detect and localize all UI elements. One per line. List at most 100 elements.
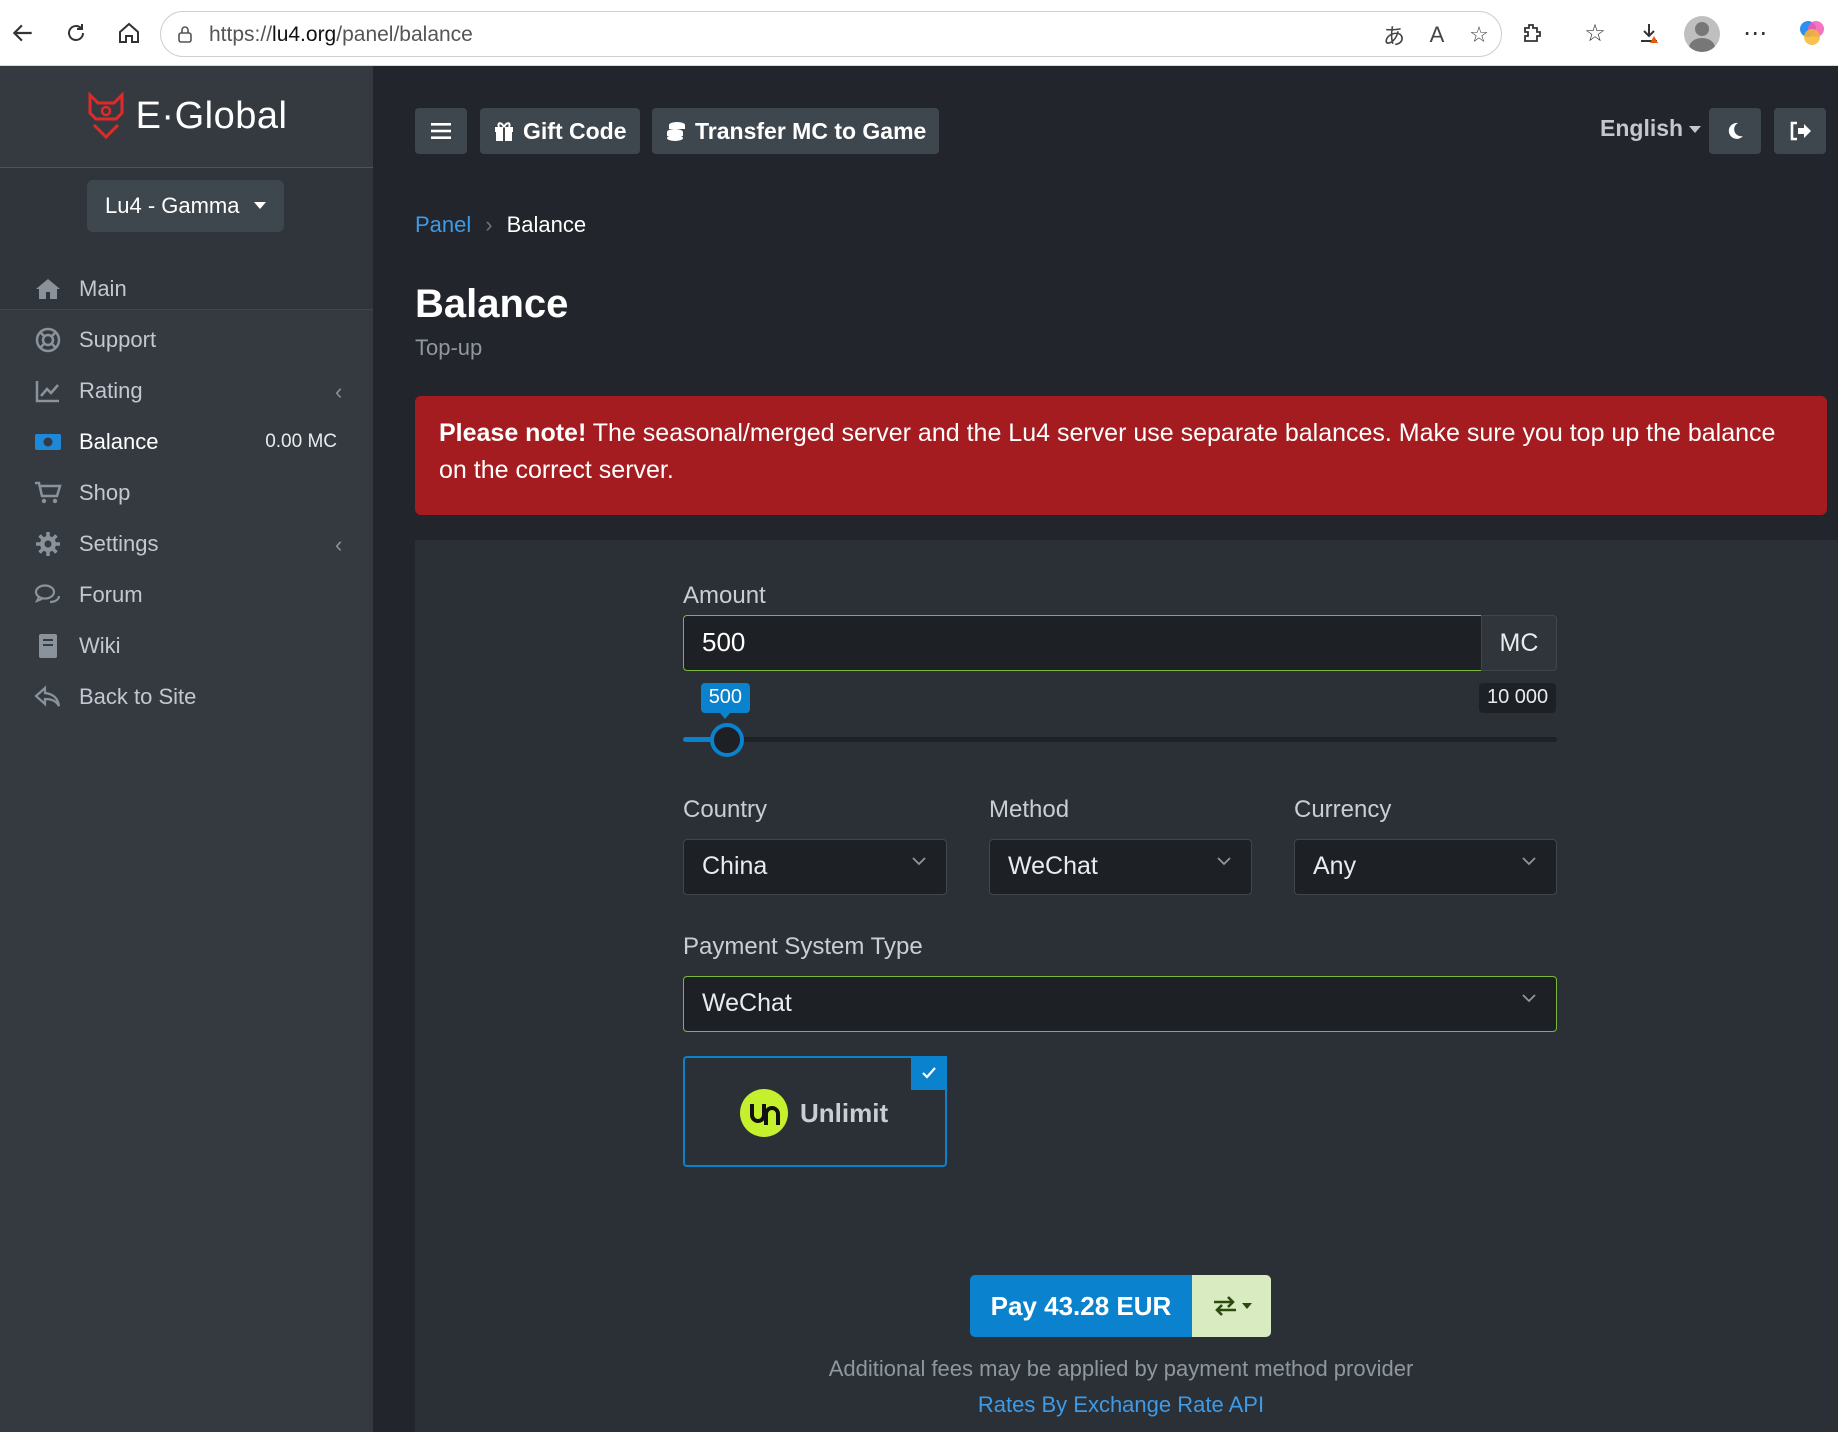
browser-toolbar: https://lu4.org/panel/balance あ A ☆ ☆ ⋯ [0, 0, 1838, 66]
sidebar-item-label: Support [79, 327, 157, 352]
lock-icon [178, 26, 192, 43]
currency-swap-dropdown[interactable] [1192, 1275, 1271, 1337]
brand-name: E·Global [135, 95, 288, 137]
hamburger-menu-button[interactable] [415, 108, 467, 154]
home-icon[interactable] [110, 14, 148, 52]
sidebar-item-balance[interactable]: Balance 0.00 MC [0, 416, 373, 468]
server-select-dropdown[interactable]: Lu4 - Gamma [87, 180, 284, 232]
rates-link[interactable]: Rates By Exchange Rate API [415, 1392, 1827, 1418]
sidebar-item-label: Main [79, 276, 127, 301]
transfer-mc-button[interactable]: Transfer MC to Game [652, 108, 940, 154]
alert-strong: Please note! [439, 419, 587, 447]
brand-logo-icon [88, 90, 124, 139]
coins-icon [665, 120, 687, 142]
slider-max-label: 10 000 [1479, 683, 1557, 713]
amount-label: Amount [683, 582, 766, 609]
payment-system-type-label: Payment System Type [683, 933, 923, 960]
chevron-down-icon [1522, 857, 1536, 866]
translate-icon[interactable]: あ [1381, 22, 1407, 49]
read-aloud-icon[interactable]: A [1424, 22, 1450, 48]
star-icon[interactable]: ☆ [1466, 22, 1492, 48]
caret-down-icon [1689, 126, 1702, 134]
chevron-down-icon [912, 857, 926, 866]
more-menu-icon[interactable]: ⋯ [1738, 16, 1772, 50]
sidebar-item-shop[interactable]: Shop [0, 467, 373, 519]
exchange-arrows-icon [1213, 1296, 1236, 1316]
cart-icon [34, 480, 62, 506]
provider-option-unlimit[interactable]: Unlimit [683, 1056, 947, 1167]
sign-out-icon [1790, 121, 1811, 141]
gift-code-label: Gift Code [523, 117, 627, 144]
money-bill-icon [34, 429, 62, 455]
comments-icon [34, 582, 62, 608]
sidebar: E·Global Lu4 - Gamma Main Support Rating… [0, 66, 373, 1432]
moon-icon [1728, 122, 1743, 139]
sidebar-item-label: Forum [79, 582, 143, 607]
chart-line-icon [34, 378, 62, 404]
sidebar-item-forum[interactable]: Forum [0, 569, 373, 621]
sidebar-item-rating[interactable]: Rating ‹ [0, 365, 373, 417]
server-select-label: Lu4 - Gamma [105, 193, 240, 218]
page-title: Balance [415, 282, 569, 326]
currency-select[interactable]: Any [1294, 839, 1557, 895]
payment-system-type-select[interactable]: WeChat [683, 976, 1557, 1032]
caret-down-icon [254, 202, 266, 209]
sidebar-item-label: Balance [79, 429, 159, 454]
reload-icon[interactable] [57, 14, 95, 52]
chevron-left-icon: ‹ [335, 532, 343, 557]
favorites-icon[interactable]: ☆ [1578, 16, 1612, 50]
chevron-right-icon: › [485, 212, 493, 237]
brand[interactable]: E·Global [0, 66, 373, 168]
server-balance-alert: Please note! The seasonal/merged server … [415, 396, 1827, 515]
profile-avatar[interactable] [1684, 16, 1720, 52]
method-value: WeChat [1008, 852, 1098, 880]
amount-input[interactable]: 500 [683, 615, 1482, 671]
sidebar-item-label: Wiki [79, 633, 121, 658]
gear-icon [34, 531, 62, 557]
country-select[interactable]: China [683, 839, 947, 895]
sidebar-item-wiki[interactable]: Wiki [0, 620, 373, 672]
copilot-icon[interactable] [1795, 16, 1829, 50]
fee-note: Additional fees may be applied by paymen… [828, 1356, 1414, 1381]
logout-button[interactable] [1774, 108, 1826, 154]
book-icon [34, 633, 62, 659]
slider-value-bubble: 500 [700, 683, 751, 719]
language-dropdown[interactable]: English [1600, 115, 1702, 142]
amount-slider-handle[interactable] [709, 723, 744, 757]
sidebar-item-main[interactable]: Main [0, 263, 373, 315]
currency-value: Any [1313, 852, 1357, 880]
sidebar-item-label: Settings [79, 531, 159, 556]
gift-code-button[interactable]: Gift Code [480, 108, 640, 154]
page-subtitle: Top-up [415, 335, 483, 360]
downloads-icon[interactable] [1632, 16, 1666, 50]
amount-slider-track[interactable] [683, 737, 1557, 742]
check-icon [911, 1056, 947, 1090]
lifebuoy-icon [34, 327, 62, 353]
dark-mode-toggle[interactable] [1709, 108, 1761, 154]
pay-button[interactable]: Pay 43.28 EUR [970, 1275, 1192, 1337]
sidebar-item-support[interactable]: Support [0, 314, 373, 366]
method-select[interactable]: WeChat [989, 839, 1252, 895]
sidebar-item-label: Back to Site [79, 684, 197, 709]
chevron-down-icon [1217, 857, 1231, 866]
breadcrumb-link-panel[interactable]: Panel [415, 212, 471, 237]
reply-icon [34, 684, 62, 710]
address-bar[interactable]: https://lu4.org/panel/balance あ A ☆ [160, 11, 1502, 57]
sidebar-item-label: Shop [79, 480, 131, 505]
back-arrow-icon[interactable] [4, 14, 42, 52]
breadcrumb-current: Balance [506, 212, 587, 237]
country-label: Country [683, 796, 768, 823]
currency-label: Currency [1294, 796, 1392, 823]
sidebar-item-back-to-site[interactable]: Back to Site [0, 671, 373, 723]
transfer-mc-label: Transfer MC to Game [695, 117, 927, 144]
sidebar-item-settings[interactable]: Settings ‹ [0, 518, 373, 570]
payment-system-type-value: WeChat [702, 989, 792, 1017]
sidebar-item-label: Rating [79, 378, 143, 403]
extensions-icon[interactable] [1515, 16, 1549, 50]
gift-icon [493, 120, 515, 142]
amount-unit-addon: MC [1481, 615, 1557, 671]
chevron-down-icon [1522, 994, 1536, 1003]
provider-name: Unlimit [800, 1098, 889, 1128]
url-text: https://lu4.org/panel/balance [209, 23, 473, 46]
amount-value: 500 [702, 627, 746, 657]
